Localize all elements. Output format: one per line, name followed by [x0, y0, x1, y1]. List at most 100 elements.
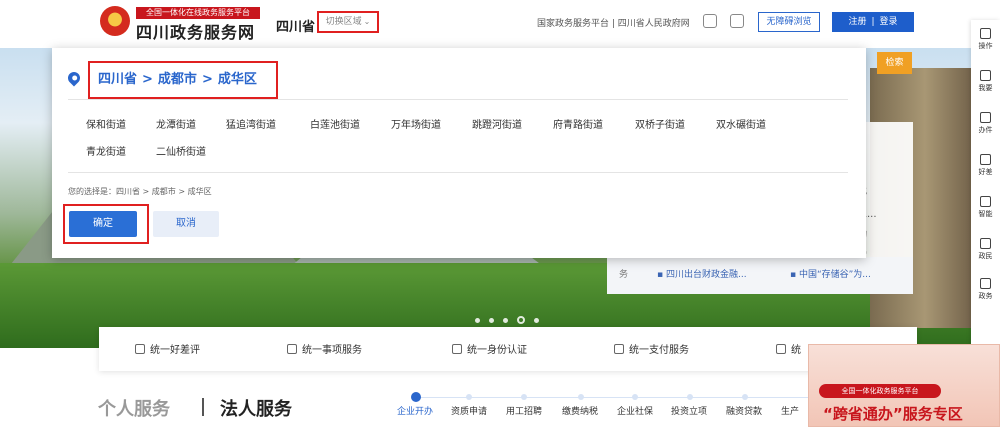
- breadcrumb-district[interactable]: 成华区: [218, 72, 257, 87]
- category-tax[interactable]: 缴费纳税: [562, 404, 598, 417]
- category-qualification[interactable]: 资质申请: [451, 404, 487, 417]
- float-label: 智能: [978, 210, 993, 218]
- current-province: 四川省: [276, 20, 316, 35]
- breadcrumb-province[interactable]: 四川省: [98, 72, 137, 87]
- carousel-dot-active[interactable]: [517, 316, 525, 324]
- page: 检索 批 息... 询 定... 务 ▪ 四川出台财政金融... ▪ 中国“存储…: [0, 0, 1000, 427]
- category-social-security[interactable]: 企业社保: [617, 404, 653, 417]
- news-item-text: 中国“存储谷”为...: [798, 270, 871, 280]
- float-label: 操作: [978, 42, 993, 50]
- wallet-icon: [614, 344, 624, 354]
- breadcrumb-separator: >: [142, 72, 153, 87]
- category-enterprise-setup[interactable]: 企业开办: [397, 404, 433, 417]
- category-financing[interactable]: 融资贷款: [726, 404, 762, 417]
- shield-icon: [452, 344, 462, 354]
- float-item-evaluation[interactable]: 好差: [971, 154, 1000, 177]
- confirm-button[interactable]: 确定: [69, 211, 137, 237]
- accessibility-button[interactable]: 无障碍浏览: [758, 12, 820, 32]
- carousel-dot[interactable]: [503, 318, 508, 323]
- category-dot: [632, 394, 638, 400]
- message-icon: [980, 238, 991, 249]
- chevron-down-icon: ⌄: [363, 17, 371, 26]
- service-label: 统一好差评: [150, 345, 200, 356]
- edit-icon: [980, 28, 991, 39]
- news-item[interactable]: ▪ 中国“存储谷”为...: [790, 257, 871, 294]
- building-icon: [776, 344, 786, 354]
- category-dot-active: [411, 392, 421, 402]
- brand-tagline: 全国一体化在线政务服务平台: [136, 7, 260, 19]
- street-option[interactable]: 府青路街道: [553, 116, 603, 131]
- top-header: 全国一体化在线政务服务平台 四川政务服务网 四川省 切换区域 ⌄ 国家政务服务平台…: [0, 0, 1000, 48]
- switch-region-button[interactable]: 切换区域 ⌄: [317, 11, 379, 33]
- service-label: 统一身份认证: [467, 345, 527, 356]
- breadcrumb-city[interactable]: 成都市: [158, 72, 197, 87]
- region-breadcrumb: 四川省 > 成都市 > 成华区: [88, 61, 278, 99]
- wechat-icon[interactable]: [703, 14, 717, 28]
- street-option[interactable]: 猛追湾街道: [226, 116, 276, 131]
- service-identity[interactable]: 统一身份认证: [452, 341, 527, 356]
- register-link[interactable]: 注册: [843, 17, 871, 27]
- street-option[interactable]: 跳蹬河街道: [472, 116, 522, 131]
- cross-province-promo-banner[interactable]: 全国一体化政务服务平台 “跨省通办”服务专区: [808, 344, 1000, 427]
- news-item[interactable]: ▪ 四川出台财政金融...: [657, 257, 747, 294]
- float-item-query[interactable]: 办件: [971, 112, 1000, 135]
- service-payment[interactable]: 统一支付服务: [614, 341, 689, 356]
- switch-region-label: 切换区域: [325, 17, 362, 27]
- category-recruitment[interactable]: 用工招聘: [506, 404, 542, 417]
- unified-services-bar: 统一好差评 统一事项服务 统一身份认证 统一支付服务 统: [99, 327, 917, 371]
- mobile-icon[interactable]: [730, 14, 744, 28]
- street-option[interactable]: 双水碾街道: [716, 116, 766, 131]
- divider: [68, 172, 848, 173]
- street-option[interactable]: 青龙街道: [86, 143, 126, 158]
- site-title[interactable]: 四川政务服务网: [136, 19, 255, 43]
- robot-icon: [980, 196, 991, 207]
- news-category: 务: [619, 270, 629, 280]
- category-production[interactable]: 生产: [781, 404, 799, 417]
- service-evaluation[interactable]: 统一好差评: [135, 341, 200, 356]
- street-option[interactable]: 二仙桥街道: [156, 143, 206, 158]
- service-label: 统一支付服务: [629, 345, 689, 356]
- tab-personal-services[interactable]: 个人服务: [98, 395, 170, 421]
- login-link[interactable]: 登录: [875, 17, 903, 27]
- carousel-dot[interactable]: [489, 318, 494, 323]
- carousel-dot[interactable]: [534, 318, 539, 323]
- service-label: 统: [791, 345, 801, 356]
- category-dot: [578, 394, 584, 400]
- search-button[interactable]: 检索: [877, 52, 912, 74]
- float-item-operation[interactable]: 操作: [971, 28, 1000, 51]
- selection-summary: 您的选择是：四川省 > 成都市 > 成华区: [68, 187, 212, 196]
- auth-buttons: 注册 | 登录: [832, 12, 914, 32]
- street-option[interactable]: 龙潭街道: [156, 116, 196, 131]
- float-item-interaction[interactable]: 政民: [971, 238, 1000, 261]
- float-item-assistant[interactable]: 智能: [971, 196, 1000, 219]
- top-links[interactable]: 国家政务服务平台 | 四川省人民政府网: [537, 16, 690, 29]
- street-option[interactable]: 白莲池街道: [310, 116, 360, 131]
- service-items[interactable]: 统一事项服务: [287, 341, 362, 356]
- promo-title: “跨省通办”服务专区: [823, 405, 963, 423]
- float-label: 办件: [978, 126, 993, 134]
- carousel-dot[interactable]: [475, 318, 480, 323]
- service-more[interactable]: 统: [776, 341, 801, 356]
- street-option[interactable]: 双桥子街道: [635, 116, 685, 131]
- service-label: 统一事项服务: [302, 345, 362, 356]
- float-label: 政民: [978, 252, 993, 260]
- category-timeline: [420, 397, 810, 398]
- float-item-public[interactable]: 政务: [971, 278, 1000, 301]
- street-option[interactable]: 保和街道: [86, 116, 126, 131]
- divider: [68, 99, 848, 100]
- document-icon: [980, 278, 991, 289]
- location-pin-icon: [65, 69, 83, 87]
- category-dot: [687, 394, 693, 400]
- category-dot: [521, 394, 527, 400]
- category-dot: [466, 394, 472, 400]
- national-emblem-logo: [100, 6, 130, 36]
- document-icon: [287, 344, 297, 354]
- cancel-button[interactable]: 取消: [153, 211, 219, 237]
- chat-icon: [980, 70, 991, 81]
- tab-legal-services[interactable]: 法人服务: [220, 395, 292, 421]
- float-item-consult[interactable]: 我要: [971, 70, 1000, 93]
- news-row: 务 ▪ 四川出台财政金融... ▪ 中国“存储谷”为...: [607, 257, 913, 294]
- street-option[interactable]: 万年场街道: [391, 116, 441, 131]
- thumbs-up-icon: [980, 154, 991, 165]
- category-investment[interactable]: 投资立项: [671, 404, 707, 417]
